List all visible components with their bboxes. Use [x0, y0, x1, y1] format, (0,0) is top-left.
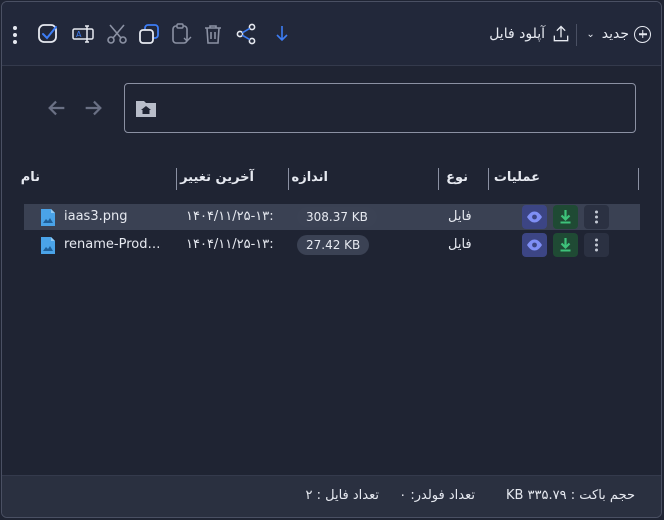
eye-icon — [527, 211, 542, 223]
column-divider[interactable] — [438, 168, 439, 190]
file-size-badge: 308.37 KB — [297, 207, 377, 227]
file-size-badge: 27.42 KB — [297, 235, 370, 255]
row-more-button[interactable] — [584, 205, 609, 229]
upload-icon — [553, 25, 569, 42]
column-divider[interactable] — [288, 168, 289, 190]
toolbar: A جدید ⌄ آپلود فایل — [2, 2, 661, 66]
file-name[interactable]: iaas3.png — [64, 204, 168, 230]
column-header-size[interactable]: اندازه — [292, 164, 328, 192]
rename-icon[interactable]: A — [72, 22, 96, 46]
file-modified-date: ۱۴۰۴/۱۱/۲۵-۱۳: — [186, 237, 274, 252]
view-button[interactable] — [522, 233, 547, 257]
download-icon — [560, 238, 571, 252]
forward-arrow-icon[interactable] — [82, 97, 104, 119]
back-arrow-icon[interactable] — [46, 97, 68, 119]
download-button[interactable] — [553, 233, 578, 257]
file-modified-date: ۱۴۰۴/۱۱/۲۵-۱۳: — [186, 209, 274, 224]
more-vertical-icon — [595, 210, 598, 224]
svg-text:A: A — [76, 30, 82, 39]
chevron-down-icon: ⌄ — [586, 28, 595, 40]
plus-circle-icon — [634, 25, 651, 43]
column-header-actions: عملیات — [493, 170, 540, 185]
download-button[interactable] — [553, 205, 578, 229]
file-name[interactable]: rename-Produ… — [64, 232, 168, 258]
toolbar-divider — [576, 24, 577, 46]
path-bar[interactable] — [124, 83, 636, 133]
more-vertical-icon — [595, 238, 598, 252]
delete-icon[interactable] — [201, 22, 225, 46]
new-button[interactable]: جدید ⌄ — [586, 24, 651, 44]
more-vertical-icon[interactable] — [12, 26, 18, 44]
column-divider[interactable] — [488, 168, 489, 190]
image-file-icon — [41, 237, 55, 254]
select-all-icon[interactable] — [36, 22, 60, 46]
status-bar: حجم باکت : KB ۳۳۵.۷۹ تعداد فولدر: ۰ تعدا… — [2, 475, 661, 517]
view-button[interactable] — [522, 205, 547, 229]
row-more-button[interactable] — [584, 233, 609, 257]
folder-home-icon[interactable] — [135, 98, 157, 118]
upload-file-label: آپلود فایل — [489, 26, 545, 42]
table-header: نام آخرین تغییر اندازه نوع عملیات — [21, 164, 640, 192]
column-header-modified[interactable]: آخرین تغییر — [180, 164, 254, 192]
table-row[interactable]: rename-Produ… ۱۴۰۴/۱۱/۲۵-۱۳: 27.42 KB فا… — [24, 232, 640, 258]
column-header-type[interactable]: نوع — [446, 164, 468, 192]
file-manager-window: A جدید ⌄ آپلود فایل نام آخرین تغییر اندا… — [1, 1, 662, 518]
download-icon — [560, 210, 571, 224]
upload-file-button[interactable]: آپلود فایل — [489, 23, 571, 45]
cut-icon[interactable] — [105, 22, 129, 46]
download-icon[interactable] — [270, 22, 294, 46]
file-type: فایل — [448, 209, 472, 224]
file-type: فایل — [448, 237, 472, 252]
share-icon[interactable] — [234, 22, 258, 46]
eye-icon — [527, 239, 542, 251]
bucket-size: حجم باکت : KB ۳۳۵.۷۹ — [505, 488, 635, 503]
copy-icon[interactable] — [137, 22, 161, 46]
file-count: تعداد فایل : ۲ — [305, 488, 379, 503]
paste-icon[interactable] — [169, 22, 193, 46]
table-row[interactable]: iaas3.png ۱۴۰۴/۱۱/۲۵-۱۳: 308.37 KB فایل — [24, 204, 640, 230]
image-file-icon — [41, 209, 55, 226]
column-divider[interactable] — [176, 168, 177, 190]
column-divider[interactable] — [638, 168, 639, 190]
folder-count: تعداد فولدر: ۰ — [399, 488, 475, 503]
column-header-name[interactable]: نام — [21, 164, 40, 192]
new-button-label: جدید — [601, 26, 629, 42]
